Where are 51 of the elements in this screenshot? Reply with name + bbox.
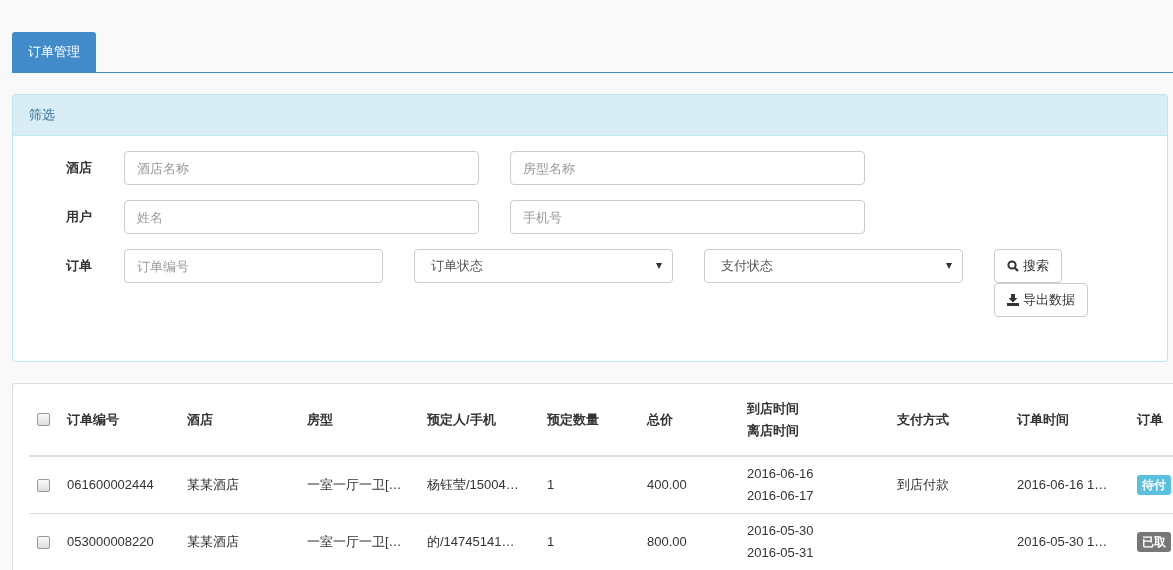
column-header: 到店时间 xyxy=(747,399,799,418)
column-header: 预定数量 xyxy=(547,410,599,429)
column-header: 订单编号 xyxy=(67,410,119,429)
input-field[interactable]: 酒店名称 xyxy=(124,151,479,185)
caret-icon xyxy=(656,263,662,269)
table-cell-text: 某某酒店 xyxy=(187,476,239,494)
column-header: 酒店 xyxy=(187,410,213,429)
table-cell-text: 2016-06-16 2016-06-17 xyxy=(747,465,814,505)
panel-title: 筛选 xyxy=(13,95,1167,136)
status-badge: 已取 xyxy=(1137,531,1171,552)
download-icon xyxy=(1007,294,1019,306)
table-cell-text: 1 xyxy=(547,476,555,494)
table-cell-text: 一室一厅一卫[… xyxy=(307,533,402,551)
column-header: 预定人/手机 xyxy=(427,410,496,429)
caret-icon xyxy=(946,263,952,269)
input-field[interactable]: 房型名称 xyxy=(510,151,865,185)
table-cell-text: 的/14745141… xyxy=(427,533,515,551)
table-cell-text: 2016-05-30 1… xyxy=(1017,533,1108,551)
table-cell-text: 800.00 xyxy=(647,533,687,551)
table-cell-text: 杨钰莹/15004… xyxy=(427,476,519,494)
table-cell-text: 到店付款 xyxy=(897,476,949,494)
input-field[interactable]: 姓名 xyxy=(124,200,479,234)
export-button[interactable]: 导出数据 xyxy=(994,283,1088,317)
column-header: 总价 xyxy=(647,410,673,429)
column-header: 订单 xyxy=(1137,410,1163,429)
select-dropdown[interactable]: 支付状态 xyxy=(704,249,963,283)
select-dropdown[interactable]: 订单状态 xyxy=(414,249,673,283)
column-header: 支付方式 xyxy=(897,410,949,429)
checkbox[interactable] xyxy=(37,413,50,426)
field-label: 酒店 xyxy=(66,159,93,177)
table-cell-text: 2016-06-16 1… xyxy=(1017,476,1108,494)
table-cell-text: 一室一厅一卫[… xyxy=(307,476,402,494)
tab[interactable]: 订单管理 xyxy=(12,32,96,72)
field-label: 用户 xyxy=(66,208,93,226)
input-field[interactable]: 订单编号 xyxy=(124,249,383,283)
input-field[interactable]: 手机号 xyxy=(510,200,865,234)
table-cell-text: 053000008220 xyxy=(67,533,154,551)
checkbox[interactable] xyxy=(37,478,50,492)
status-badge: 待付 xyxy=(1137,474,1171,495)
field-label: 订单 xyxy=(66,257,93,275)
table-cell-text: 1 xyxy=(547,533,555,551)
column-header: 订单时间 xyxy=(1017,410,1069,429)
column-header: 离店时间 xyxy=(747,421,799,440)
table-cell-text: 2016-05-30 2016-05-31 xyxy=(747,522,814,562)
search-button[interactable]: 搜索 xyxy=(994,249,1062,283)
checkbox[interactable] xyxy=(37,535,50,549)
table-cell-text: 某某酒店 xyxy=(187,533,239,551)
table-cell-text: 400.00 xyxy=(647,476,687,494)
table-cell-text: 061600002444 xyxy=(67,476,154,494)
column-header: 房型 xyxy=(307,410,333,429)
search-icon xyxy=(1007,260,1019,272)
